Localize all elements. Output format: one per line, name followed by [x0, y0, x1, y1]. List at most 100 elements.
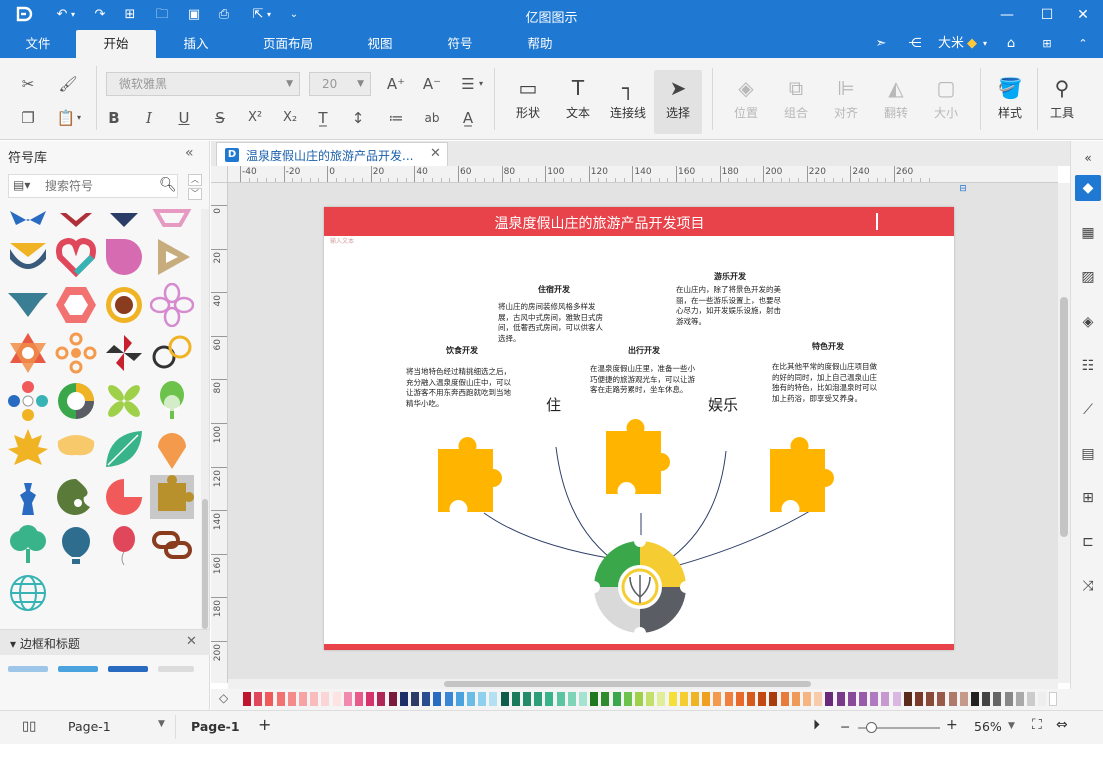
zoom-level[interactable]: 56%: [974, 719, 1002, 734]
horizontal-scrollbar[interactable]: [228, 679, 1058, 689]
collapse-ribbon-icon[interactable]: ⌃: [1072, 34, 1094, 54]
symbol-radial-petals[interactable]: [6, 379, 50, 423]
chart-icon[interactable]: ⟋: [1075, 397, 1101, 423]
symbol-shield-down[interactable]: [6, 283, 50, 327]
page-dropdown[interactable]: Page-1 ▼: [68, 719, 165, 734]
color-swatch[interactable]: [668, 692, 677, 706]
frame-preview-3[interactable]: [108, 666, 148, 672]
symbol-star-of-david[interactable]: [6, 331, 50, 375]
color-swatch[interactable]: [377, 692, 386, 706]
fill-style-icon[interactable]: ◆: [1075, 175, 1101, 201]
tab-view[interactable]: 视图: [350, 30, 410, 58]
cut-icon[interactable]: ✂: [16, 72, 40, 96]
position-button[interactable]: ◈ 位置: [722, 70, 770, 134]
align-dropdown-icon[interactable]: ▾: [476, 72, 486, 96]
color-swatch[interactable]: [287, 692, 296, 706]
color-swatch[interactable]: [355, 692, 363, 706]
text-button[interactable]: T 文本: [554, 70, 602, 134]
search-icon[interactable]: 🔍︎: [159, 177, 177, 193]
image-icon[interactable]: ▨: [1075, 264, 1101, 290]
color-swatch[interactable]: [937, 692, 946, 706]
color-swatch[interactable]: [534, 692, 543, 706]
scroll-down-icon[interactable]: ﹀: [188, 188, 202, 200]
color-swatch[interactable]: [870, 692, 879, 706]
page-handle-icon[interactable]: ⊟: [957, 184, 969, 194]
color-swatch[interactable]: [310, 692, 319, 706]
color-swatch[interactable]: [769, 692, 778, 706]
color-swatch[interactable]: [791, 692, 800, 706]
zoom-in-icon[interactable]: +: [946, 717, 958, 733]
symbol-tree-cloud[interactable]: [6, 523, 50, 567]
tab-home[interactable]: 开始: [76, 30, 156, 58]
page-panel-icon[interactable]: ▯▯: [22, 719, 36, 734]
size-button[interactable]: ▢ 大小: [922, 70, 970, 134]
color-swatch[interactable]: [646, 692, 655, 706]
open-icon[interactable]: 🗀: [152, 5, 172, 25]
symbol-hexagon-red[interactable]: [54, 283, 98, 327]
color-swatch[interactable]: [679, 692, 688, 706]
vip-icon[interactable]: ◆: [964, 34, 980, 54]
copy-icon[interactable]: ❐: [16, 106, 40, 130]
subscript-icon[interactable]: X₂: [278, 106, 302, 130]
table-icon[interactable]: ▤: [1075, 441, 1101, 467]
color-swatch[interactable]: [1038, 692, 1047, 706]
font-name-dropdown[interactable]: 微软雅黑 ▼: [106, 72, 300, 96]
font-size-dropdown[interactable]: 20 ▼: [309, 72, 371, 96]
list-icon[interactable]: ≔: [384, 106, 408, 130]
symbol-pin-drop[interactable]: [150, 427, 194, 471]
symbol-clover-outline[interactable]: [149, 282, 195, 328]
collapse-panel-icon[interactable]: «: [185, 145, 194, 161]
org-structure-icon[interactable]: ⊞: [1075, 485, 1101, 511]
color-swatch[interactable]: [243, 692, 251, 706]
color-swatch[interactable]: [567, 692, 576, 706]
export-dropdown-icon[interactable]: ▾: [264, 5, 274, 25]
text-case-icon[interactable]: ab: [420, 106, 444, 130]
symbol-maple-leaf[interactable]: [6, 427, 50, 471]
color-swatch[interactable]: [265, 692, 274, 706]
symbol-ring-sun[interactable]: [102, 283, 146, 327]
fill-bucket-icon[interactable]: ◇: [219, 691, 228, 705]
user-name[interactable]: 大米: [934, 34, 968, 54]
zoom-dropdown-icon[interactable]: ▼: [1008, 721, 1015, 731]
color-swatch[interactable]: [601, 692, 610, 706]
color-swatch[interactable]: [511, 692, 520, 706]
puzzle-piece-icon[interactable]: [438, 437, 502, 512]
underline-icon[interactable]: U: [172, 106, 196, 130]
close-section-icon[interactable]: ✕: [186, 634, 197, 649]
color-swatch[interactable]: [926, 692, 935, 706]
logo-icon[interactable]: [14, 5, 34, 25]
frame-preview-2[interactable]: [58, 666, 98, 672]
color-swatch[interactable]: [444, 692, 453, 706]
expand-panel-icon[interactable]: «: [1075, 145, 1101, 171]
play-icon[interactable]: ⏵: [813, 717, 820, 733]
color-swatch[interactable]: [254, 692, 263, 706]
tab-insert[interactable]: 插入: [166, 30, 226, 58]
add-page-icon[interactable]: +: [258, 715, 271, 734]
panel-scrollbar[interactable]: [201, 209, 209, 629]
close-tab-icon[interactable]: ✕: [430, 146, 441, 161]
color-swatch[interactable]: [780, 692, 789, 706]
strikethrough-icon[interactable]: S: [208, 106, 232, 130]
fit-width-icon[interactable]: ⇔: [1056, 717, 1068, 733]
select-button[interactable]: ➤ 选择: [654, 70, 702, 134]
symbol-balloon[interactable]: [102, 523, 146, 567]
puzzle-piece-icon[interactable]: [770, 437, 834, 512]
color-swatch[interactable]: [702, 692, 711, 706]
color-swatch[interactable]: [545, 692, 554, 706]
search-input[interactable]: [45, 177, 155, 195]
paste-dropdown-icon[interactable]: ▾: [74, 106, 84, 130]
color-swatch[interactable]: [735, 692, 744, 706]
tab-help[interactable]: 帮助: [510, 30, 570, 58]
symbol-ginkgo-leaf[interactable]: [54, 427, 98, 471]
symbol-trees[interactable]: [150, 379, 194, 423]
color-swatch[interactable]: [579, 692, 587, 706]
color-swatch[interactable]: [500, 692, 509, 706]
fit-page-icon[interactable]: ⛶: [1032, 717, 1042, 733]
color-swatch[interactable]: [971, 692, 979, 706]
scroll-up-icon[interactable]: ︿: [188, 174, 202, 186]
color-swatch[interactable]: [803, 692, 811, 706]
color-swatch[interactable]: [612, 692, 621, 706]
flip-button[interactable]: ◭ 翻转: [872, 70, 920, 134]
color-swatch[interactable]: [1004, 692, 1013, 706]
diagram-page[interactable]: 温泉度假山庄的旅游产品开发项目 输入文本 住宿开发 将山庄的房间装修风格多样发展…: [324, 207, 954, 650]
